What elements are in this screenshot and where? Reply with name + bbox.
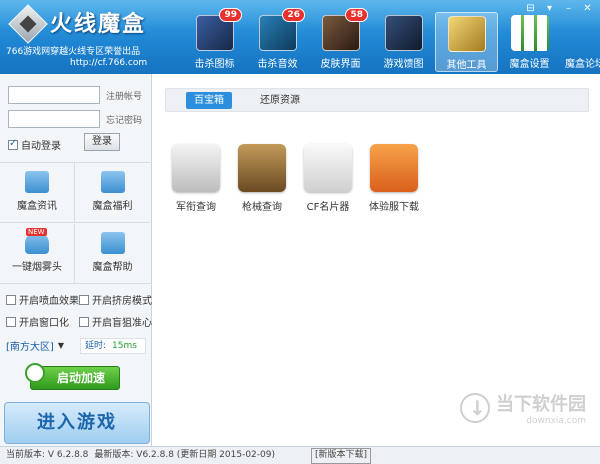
help-label: 魔盒帮助: [92, 262, 133, 273]
news-button[interactable]: 魔盒资讯: [0, 163, 75, 223]
option-label: 开启盲狙准心: [92, 318, 152, 329]
start-accelerate-button[interactable]: 启动加速: [25, 363, 120, 390]
book-icon: [25, 171, 49, 193]
main-nav: 99 击杀图标 26 击杀音效 58 皮肤界面 游戏馈图 其他工具 魔盒设置 魔…: [183, 8, 600, 72]
question-icon: [370, 144, 418, 192]
tool-cf-card[interactable]: CF名片器: [295, 144, 361, 213]
chevron-down-icon: ▼: [57, 341, 64, 350]
gift-icon: [100, 171, 125, 193]
revolver-icon: [238, 144, 286, 192]
status-bar: 当前版本: V 6.2.8.8 最新版本: V6.2.8.8 (更新日期 201…: [0, 446, 600, 464]
tool-label: 体验服下载: [369, 202, 419, 213]
badge: 58: [345, 8, 368, 22]
forum-icon: [566, 15, 600, 51]
title-bar: 火线魔盒 766游戏网穿越火线专区荣誉出品 http://cf.766.com …: [0, 0, 600, 74]
tool-rank-query[interactable]: 军衔查询: [163, 144, 229, 213]
dog-tag-icon: [304, 144, 352, 192]
hand-icon: [100, 232, 125, 254]
tool-label: 枪械查询: [242, 202, 282, 213]
tool-label: 军衔查询: [176, 202, 216, 213]
help-button[interactable]: 魔盒帮助: [75, 224, 150, 284]
option-blood-effect[interactable]: 开启喷血效果: [6, 292, 79, 307]
option-label: 开启挤房模式: [92, 296, 152, 307]
welfare-button[interactable]: 魔盒福利: [75, 163, 150, 223]
accelerate-icon: [25, 363, 45, 383]
smoke-head-label: 一键烟雾头: [12, 262, 62, 273]
nav-kill-icons[interactable]: 99 击杀图标: [183, 8, 246, 72]
checkbox[interactable]: [6, 294, 16, 305]
region-label: [南方大区]: [6, 342, 54, 353]
nav-game-maps[interactable]: 游戏馈图: [372, 12, 435, 72]
nav-label: 游戏馈图: [383, 59, 424, 70]
checkbox[interactable]: [6, 316, 16, 327]
checkbox[interactable]: [79, 316, 89, 327]
tab-toolbox[interactable]: 百宝箱: [186, 92, 232, 109]
app-title: 火线魔盒: [50, 12, 147, 37]
auto-login[interactable]: 自动登录: [8, 137, 61, 152]
latest-version: 最新版本: V6.2.8.8 (更新日期 2015-02-09): [94, 450, 275, 460]
latency-value: 15ms: [112, 341, 137, 351]
register-link[interactable]: 注册帐号: [106, 89, 142, 102]
password-input[interactable]: [8, 110, 100, 128]
password-row: 忘记密码: [8, 110, 142, 128]
tab-restore-resources[interactable]: 还原资源: [250, 92, 310, 109]
latency-label: 延时:: [85, 341, 107, 351]
nav-label: 魔盒设置: [509, 59, 550, 70]
auto-login-checkbox[interactable]: [8, 138, 18, 150]
enter-game-button[interactable]: 进入游戏: [4, 402, 150, 444]
option-label: 开启窗口化: [19, 318, 69, 329]
nav-forum[interactable]: 魔盒论坛: [561, 12, 600, 72]
badge: 99: [219, 8, 242, 22]
nav-label: 其他工具: [446, 60, 487, 71]
nav-label: 皮肤界面: [320, 59, 361, 70]
nav-skins[interactable]: 58 皮肤界面: [309, 8, 372, 72]
medal-icon: [172, 144, 220, 192]
auto-login-label: 自动登录: [21, 141, 61, 152]
logo-icon: [8, 4, 48, 44]
latency-display: 延时: 15ms: [80, 338, 146, 354]
nav-label: 击杀音效: [257, 59, 298, 70]
tool-weapon-query[interactable]: 枪械查询: [229, 144, 295, 213]
tab-bar: 百宝箱 还原资源: [165, 88, 589, 112]
tools-grid: 军衔查询 枪械查询 CF名片器 体验服下载: [163, 144, 427, 213]
forgot-password-link[interactable]: 忘记密码: [106, 113, 142, 126]
checkbox[interactable]: [79, 294, 89, 305]
welfare-label: 魔盒福利: [92, 201, 133, 212]
accelerate-label: 启动加速: [56, 371, 105, 385]
option-label: 开启喷血效果: [19, 296, 79, 307]
quick-links-grid: 魔盒资讯 魔盒福利 NEW 一键烟雾头 魔盒帮助: [0, 162, 152, 284]
main-content: 百宝箱 还原资源 军衔查询 枪械查询 CF名片器 体验服下载 当下软件园 dow…: [153, 74, 600, 446]
tool-label: CF名片器: [306, 202, 350, 213]
option-blind-crosshair[interactable]: 开启盲狙准心: [79, 314, 152, 329]
download-new-version-link[interactable]: [新版本下载]: [311, 448, 372, 464]
map-icon: [384, 15, 423, 51]
nav-label: 击杀图标: [194, 59, 235, 70]
account-input[interactable]: [8, 86, 100, 104]
settings-grid-icon: [510, 15, 549, 51]
region-selector[interactable]: [南方大区] ▼: [6, 338, 64, 353]
smoke-head-button[interactable]: NEW 一键烟雾头: [0, 224, 75, 284]
nav-label: 魔盒论坛: [565, 59, 600, 70]
nav-other-tools[interactable]: 其他工具: [435, 12, 498, 72]
new-tag: NEW: [26, 228, 47, 236]
news-label: 魔盒资讯: [17, 201, 57, 212]
tools-icon: [447, 16, 486, 52]
watermark: 当下软件园 downxia.com: [460, 390, 586, 426]
watermark-url: downxia.com: [526, 416, 586, 426]
nav-kill-sounds[interactable]: 26 击杀音效: [246, 8, 309, 72]
download-icon: [460, 393, 490, 423]
option-squeeze-room[interactable]: 开启挤房模式: [79, 292, 152, 307]
nav-settings[interactable]: 魔盒设置: [498, 12, 561, 72]
account-row: 注册帐号: [8, 86, 142, 104]
tool-trial-download[interactable]: 体验服下载: [361, 144, 427, 213]
badge: 26: [282, 8, 305, 22]
option-windowed[interactable]: 开启窗口化: [6, 314, 69, 329]
app-url[interactable]: http://cf.766.com: [70, 58, 147, 68]
login-button[interactable]: 登录: [84, 133, 120, 151]
watermark-title: 当下软件园: [496, 394, 586, 415]
app-subtitle: 766游戏网穿越火线专区荣誉出品: [6, 47, 141, 57]
current-version: 当前版本: V 6.2.8.8: [6, 450, 89, 460]
